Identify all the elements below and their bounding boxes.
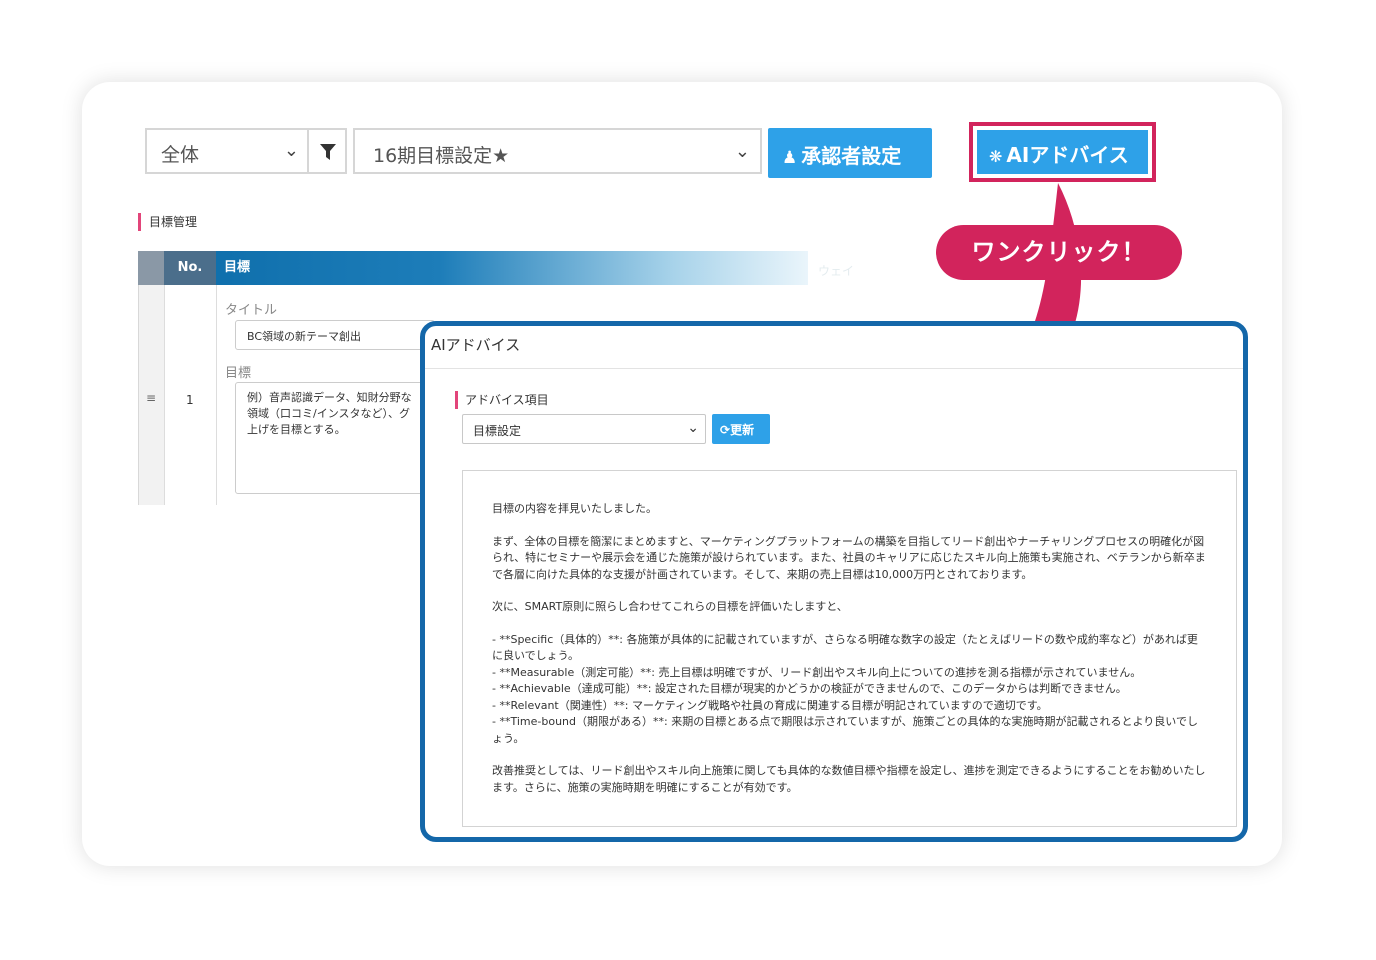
- modal-title: AIアドバイス: [431, 336, 521, 354]
- advice-item-select[interactable]: 目標設定 ⌄: [462, 414, 706, 444]
- header-goal: 目標: [224, 260, 251, 275]
- modal-divider: [425, 368, 1243, 369]
- advice-paragraph: 改善推奨としては、リード創出やスキル向上施策に関しても具体的な数値目標や指標を設…: [492, 764, 1206, 794]
- ai-advice-label: AIアドバイス: [1006, 143, 1129, 167]
- refresh-button[interactable]: ⟳更新: [712, 414, 770, 444]
- scope-select-value: 全体: [161, 144, 200, 166]
- row-no: 1: [186, 393, 194, 407]
- chevron-down-icon: ⌄: [283, 140, 299, 161]
- filter-button[interactable]: [307, 128, 347, 174]
- goal-field-label: 目標: [225, 366, 252, 381]
- filter-icon: [320, 144, 336, 160]
- advice-smart-list: - **Specific（具体的）**: 各施策が具体的に記載されていますが、さ…: [492, 632, 1198, 745]
- period-select-value: 16期目標設定★: [373, 145, 510, 167]
- refresh-label: 更新: [730, 423, 755, 437]
- header-no: No.: [164, 251, 216, 285]
- scope-select[interactable]: 全体 ⌄: [145, 128, 307, 174]
- brain-icon: ❋: [989, 147, 1003, 166]
- ai-advice-highlight: ❋ AIアドバイス: [969, 122, 1156, 182]
- title-input[interactable]: BC領域の新テーマ創出: [235, 320, 435, 350]
- row-drag-handle[interactable]: ≡: [139, 285, 165, 505]
- title-field-label: タイトル: [225, 303, 278, 318]
- advice-paragraph: 目標の内容を拝見いたしました。: [492, 502, 657, 515]
- header-handle-cell: [138, 251, 164, 285]
- ai-advice-button[interactable]: ❋ AIアドバイス: [977, 130, 1148, 174]
- advice-item-label: アドバイス項目: [455, 391, 549, 409]
- section-title: 目標管理: [138, 213, 197, 231]
- ai-advice-modal: AIアドバイス アドバイス項目 目標設定 ⌄ ⟳更新 目標の内容を拝見いたしまし…: [420, 321, 1248, 842]
- goal-textarea[interactable]: 例）音声認識データ、知財分野な 領域（口コミ/インスタなど）、グ 上げを目標とす…: [235, 382, 435, 494]
- advice-paragraph: まず、全体の目標を簡潔にまとめますと、マーケティングプラットフォームの構築を目指…: [492, 534, 1206, 581]
- advice-paragraph: 次に、SMART原則に照らし合わせてこれらの目標を評価いたしますと、: [492, 600, 848, 613]
- refresh-icon: ⟳: [720, 423, 731, 437]
- header-weight: ウェイ: [818, 264, 855, 278]
- one-click-callout: ワンクリック！: [936, 225, 1182, 280]
- users-icon: ♟: [782, 148, 798, 168]
- advice-text-box: 目標の内容を拝見いたしました。 まず、全体の目標を簡潔にまとめますと、マーケティ…: [462, 470, 1237, 827]
- table-header: No. 目標: [138, 251, 808, 285]
- row-no-cell: 1: [165, 285, 217, 505]
- approver-settings-label: 承認者設定: [801, 144, 902, 168]
- drag-handle-icon: ≡: [146, 391, 157, 405]
- chevron-down-icon: ⌄: [687, 420, 699, 436]
- period-select[interactable]: 16期目標設定★ ⌄: [353, 128, 762, 174]
- approver-settings-button[interactable]: ♟ 承認者設定: [768, 128, 932, 178]
- advice-item-select-value: 目標設定: [473, 424, 522, 438]
- chevron-down-icon: ⌄: [734, 141, 750, 162]
